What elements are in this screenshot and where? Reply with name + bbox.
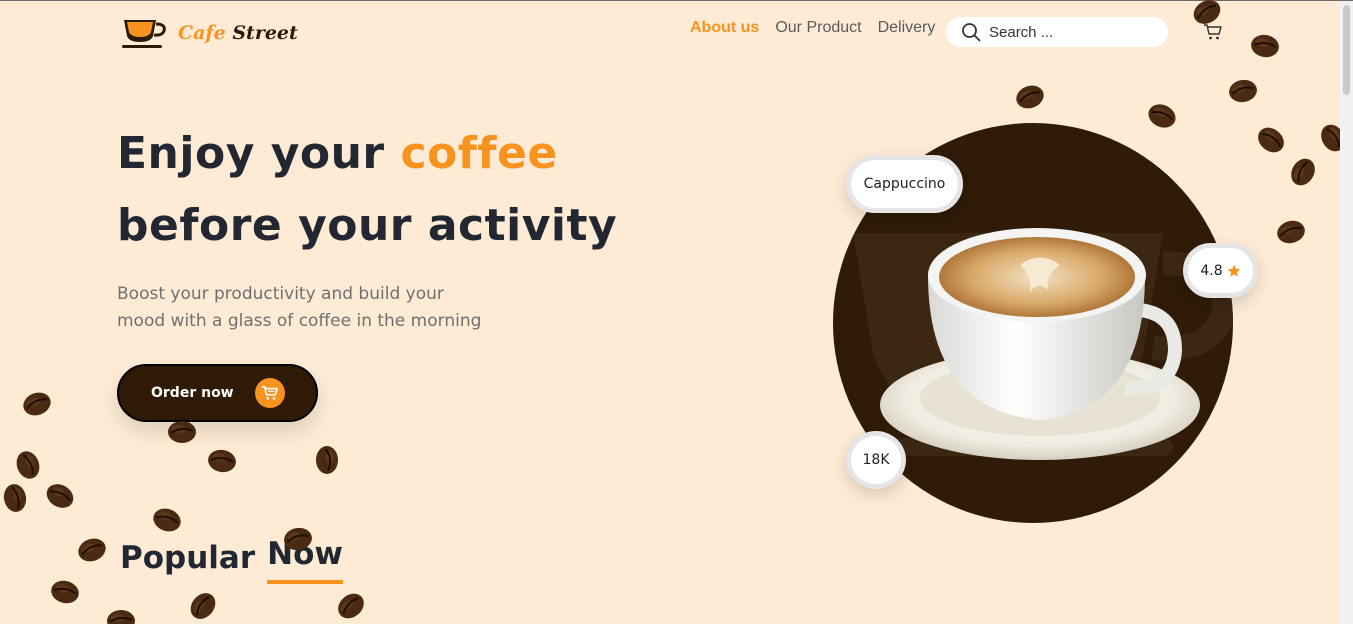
page-scrollbar[interactable] — [1340, 1, 1353, 624]
brand-logo[interactable]: Cafe Street — [120, 14, 298, 52]
coffee-bean-icon — [3, 484, 27, 512]
section-title-popular: Popular — [120, 540, 256, 576]
coffee-bean-icon — [1277, 220, 1305, 244]
main-nav: About us Our Product Delivery — [690, 19, 935, 37]
coffee-bean-icon — [1251, 34, 1279, 58]
review-count-badge: 18K — [846, 431, 906, 489]
coffee-bean-icon — [51, 580, 79, 604]
title-underline — [267, 580, 344, 584]
coffee-bean-icon — [16, 451, 40, 479]
coffee-bean-icon — [78, 538, 106, 562]
search-input[interactable] — [989, 23, 1159, 41]
coffee-bean-icon — [1016, 85, 1044, 109]
hero-subtitle-line1: Boost your productivity and build your — [117, 284, 444, 304]
search-icon — [962, 23, 981, 42]
order-now-button[interactable]: Order now — [117, 364, 318, 422]
scrollbar-thumb[interactable] — [1343, 5, 1350, 95]
window-top-border — [0, 0, 1353, 1]
coffee-bean-icon — [338, 593, 364, 619]
product-name: Cappuccino — [863, 176, 946, 192]
nav-delivery[interactable]: Delivery — [878, 19, 936, 37]
coffee-bean-icon — [46, 484, 74, 508]
cart-icon — [255, 378, 285, 408]
coffee-bean-icon — [190, 593, 216, 619]
hero-title-part1: Enjoy your — [117, 128, 401, 179]
search-box[interactable] — [946, 17, 1168, 47]
coffee-bean-icon — [1148, 104, 1176, 128]
coffee-bean-icon — [1291, 158, 1315, 186]
coffee-bean-icon — [168, 421, 196, 443]
nav-our-product[interactable]: Our Product — [775, 19, 861, 37]
coffee-bean-icon — [153, 508, 181, 532]
coffee-bean-icon — [208, 449, 236, 473]
coffee-bean-icon — [284, 527, 312, 551]
brand-name-street: Street — [232, 22, 298, 44]
cappuccino-cup-image — [880, 228, 1200, 460]
hero-title-line2: before your activity — [117, 200, 618, 251]
star-icon — [1227, 264, 1240, 277]
hero-title-accent: coffee — [400, 128, 558, 179]
brand-name: Cafe Street — [178, 22, 298, 44]
rating-value: 4.8 — [1200, 262, 1223, 279]
review-count: 18K — [862, 452, 890, 468]
hero-subtitle-line2: mood with a glass of coffee in the morni… — [117, 311, 482, 331]
rating-badge: 4.8 — [1183, 243, 1258, 298]
coffee-bean-icon — [23, 392, 51, 416]
coffee-bean-icon — [1258, 127, 1284, 153]
brand-name-cafe: Cafe — [178, 22, 226, 44]
coffee-bean-icon — [107, 610, 135, 624]
hero-subtitle: Boost your productivity and build your m… — [117, 281, 537, 335]
order-now-label: Order now — [151, 385, 234, 401]
coffee-bean-icon — [1229, 79, 1257, 103]
product-name-badge: Cappuccino — [846, 155, 963, 213]
coffee-cup-logo-icon — [122, 20, 166, 48]
nav-about-us[interactable]: About us — [690, 19, 759, 37]
hero-title: Enjoy your coffee before your activity — [117, 118, 617, 262]
coffee-bean-icon — [316, 446, 338, 474]
